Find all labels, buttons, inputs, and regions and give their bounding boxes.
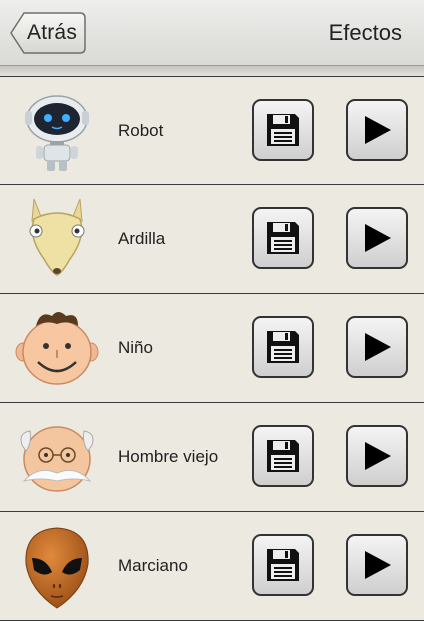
- list-item-nino[interactable]: Niño: [0, 294, 424, 403]
- floppy-disk-icon: [267, 549, 299, 581]
- squirrel-icon: [29, 198, 85, 276]
- play-button[interactable]: [346, 425, 408, 487]
- play-button[interactable]: [346, 534, 408, 596]
- play-icon: [365, 224, 391, 252]
- save-button[interactable]: [252, 534, 314, 596]
- alien-face-icon: [25, 527, 89, 609]
- effect-label: Niño: [118, 338, 153, 357]
- list-item-robot[interactable]: Robot: [0, 76, 424, 185]
- old-man-face-icon: [20, 426, 94, 492]
- save-button[interactable]: [252, 207, 314, 269]
- save-button[interactable]: [252, 99, 314, 161]
- back-button[interactable]: Atrás: [10, 12, 86, 54]
- floppy-disk-icon: [267, 114, 299, 146]
- list-item-hombre-viejo[interactable]: Hombre viejo: [0, 403, 424, 512]
- play-icon: [365, 116, 391, 144]
- effect-label: Hombre viejo: [118, 447, 219, 466]
- play-button[interactable]: [346, 207, 408, 269]
- floppy-disk-icon: [267, 222, 299, 254]
- save-button[interactable]: [252, 425, 314, 487]
- list-item-ardilla[interactable]: Ardilla: [0, 185, 424, 294]
- floppy-disk-icon: [267, 331, 299, 363]
- robot-icon: [25, 95, 89, 171]
- back-button-label: Atrás: [27, 21, 78, 44]
- play-button[interactable]: [346, 99, 408, 161]
- play-icon: [365, 333, 391, 361]
- top-bar: Atrás Efectos: [0, 0, 424, 66]
- list-item-marciano[interactable]: Marciano: [0, 512, 424, 621]
- floppy-disk-icon: [267, 440, 299, 472]
- play-icon: [365, 442, 391, 470]
- effect-label: Robot: [118, 121, 164, 140]
- play-icon: [365, 551, 391, 579]
- effect-label: Ardilla: [118, 229, 166, 248]
- save-button[interactable]: [252, 316, 314, 378]
- play-button[interactable]: [346, 316, 408, 378]
- effects-list: Robot Ardilla Niño Hombre viejo Marciano: [0, 76, 424, 621]
- boy-face-icon: [15, 312, 99, 385]
- page-title: Efectos: [328, 20, 402, 45]
- effect-label: Marciano: [118, 556, 188, 575]
